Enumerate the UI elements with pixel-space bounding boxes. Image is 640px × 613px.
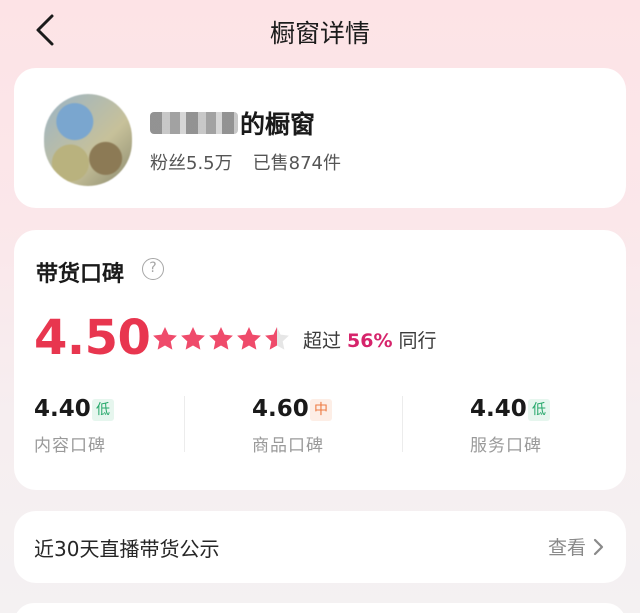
live-sales-row[interactable]: 近30天直播带货公示 查看 (14, 511, 626, 583)
peer-comparison: 超过 56% 同行 (303, 326, 437, 353)
star-icon (209, 327, 233, 350)
question-circle-icon[interactable]: ? (142, 258, 164, 280)
subscore-value: 4.40 (470, 396, 527, 422)
subscore-label: 服务口碑 (470, 436, 542, 456)
subscore-value: 4.60 (252, 396, 309, 422)
compare-suffix: 同行 (398, 330, 437, 352)
subscore-service: 4.40 低 服务口碑 (470, 396, 640, 456)
star-rating (153, 327, 289, 350)
subscore-label: 内容口碑 (34, 436, 106, 456)
overall-score: 4.50 (34, 310, 151, 366)
subscore-product: 4.60 中 商品口碑 (252, 396, 432, 456)
divider (184, 396, 185, 452)
fans-count: 粉丝5.5万 (150, 153, 233, 174)
sold-count: 已售874件 (252, 153, 341, 174)
shop-name: 的橱窗 (150, 106, 315, 140)
subscore-tag: 中 (310, 399, 332, 421)
compare-percent: 56% (347, 330, 393, 352)
chevron-right-icon (593, 538, 604, 555)
star-icon (237, 327, 261, 350)
star-icon (265, 327, 289, 350)
avatar (44, 94, 132, 186)
subscore-tag: 低 (528, 399, 550, 421)
shop-name-suffix: 的橱窗 (240, 110, 316, 139)
star-icon (181, 327, 205, 350)
subscore-tag: 低 (92, 399, 114, 421)
view-link-label: 查看 (547, 537, 586, 559)
subscore-label: 商品口碑 (252, 436, 324, 456)
subscore-content: 4.40 低 内容口碑 (34, 396, 214, 456)
reputation-title: 带货口碑 (36, 262, 125, 287)
subscore-value: 4.40 (34, 396, 91, 422)
next-card (14, 603, 626, 613)
divider (402, 396, 403, 452)
live-sales-title: 近30天直播带货公示 (34, 537, 220, 561)
shop-name-redacted (150, 112, 238, 134)
shop-card[interactable]: 的橱窗 粉丝5.5万 已售874件 (14, 68, 626, 208)
shop-stats: 粉丝5.5万 已售874件 (150, 149, 341, 175)
star-icon (153, 327, 177, 350)
reputation-card: 带货口碑 ? 4.50 超过 56% 同行 4.40 低 内容口碑 4.60 中 商… (14, 230, 626, 490)
top-bar: 橱窗详情 (0, 0, 640, 62)
view-link[interactable]: 查看 (548, 533, 604, 560)
page-title: 橱窗详情 (269, 19, 370, 48)
compare-prefix: 超过 (303, 330, 342, 352)
